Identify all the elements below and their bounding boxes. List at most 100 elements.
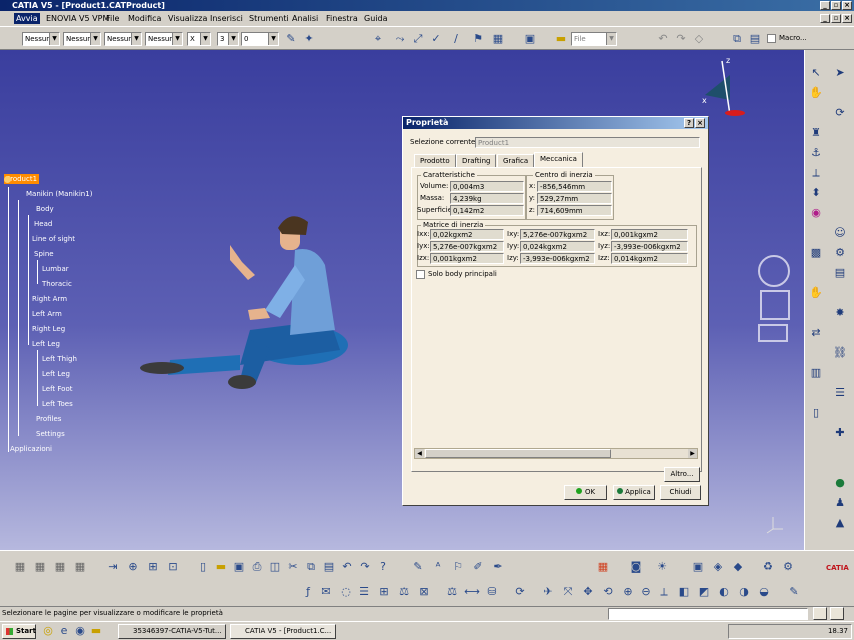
style-combo-1[interactable]: Nessun ▼ <box>22 32 60 46</box>
flag-icon[interactable]: ⚑ <box>470 31 486 47</box>
tree-item-thoracic[interactable]: Thoracic <box>42 279 72 289</box>
undo-icon[interactable]: ↶ <box>655 31 671 47</box>
minimize-button[interactable]: _ <box>820 1 830 10</box>
save-icon[interactable]: ▣ <box>231 559 247 575</box>
product-tool-icon[interactable]: ▦ <box>12 559 28 575</box>
command-input[interactable] <box>608 608 808 620</box>
list-icon[interactable]: ☰ <box>833 386 847 400</box>
lineweight-combo[interactable]: 3 ▼ <box>217 32 239 46</box>
camera-icon[interactable]: ◙ <box>628 559 644 575</box>
close-dialog-button[interactable]: Chiudi <box>660 485 701 500</box>
link-icon[interactable]: ⛓ <box>833 346 847 360</box>
edit-icon[interactable]: ✎ <box>786 584 802 600</box>
tree-item-right-arm[interactable]: Right Arm <box>32 294 67 304</box>
grid-tool-icon[interactable]: ▦ <box>595 559 611 575</box>
cube-icon[interactable]: ▣ <box>690 559 706 575</box>
menu-guida[interactable]: Guida <box>364 13 387 24</box>
scale-icon[interactable]: ⚖ <box>444 584 460 600</box>
fix-icon[interactable]: ⊕ <box>125 559 141 575</box>
status-button-1[interactable] <box>813 607 827 620</box>
close-button[interactable]: × <box>842 1 852 10</box>
distance-icon[interactable]: ⟷ <box>464 584 480 600</box>
fit-all-icon[interactable]: ⤧ <box>560 584 576 600</box>
component-tool-icon[interactable]: ▦ <box>52 559 68 575</box>
taskbar-item-catia[interactable]: CATIA V5 - [Product1.C... <box>230 624 336 639</box>
current-selection-field[interactable]: Product1 <box>475 137 700 148</box>
cursor-icon[interactable]: ➤ <box>833 66 847 80</box>
annotation-icon[interactable]: ✐ <box>470 559 486 575</box>
tree-item-left-arm[interactable]: Left Arm <box>32 309 62 319</box>
linetype-combo[interactable]: X ▼ <box>187 32 211 46</box>
maximize-button[interactable]: ▫ <box>831 1 841 10</box>
attach-icon[interactable]: ✚ <box>833 426 847 440</box>
paste-tool-icon[interactable]: ▤ <box>321 559 337 575</box>
swap-icon[interactable]: ⇄ <box>809 326 823 340</box>
catalog-tool-icon[interactable]: ⚙ <box>780 559 796 575</box>
style-combo-3[interactable]: Nessun ▼ <box>104 32 142 46</box>
snap-icon[interactable]: ⤳ <box>392 31 408 47</box>
view-mode-icon[interactable]: ◒ <box>756 584 772 600</box>
tree-item-spine[interactable]: Spine <box>34 249 54 259</box>
copy-tool-icon[interactable]: ⧉ <box>303 559 319 575</box>
transform-icon[interactable]: ⤢ <box>410 31 426 47</box>
cut-icon[interactable]: ✂ <box>285 559 301 575</box>
redo-tool-icon[interactable]: ↷ <box>357 559 373 575</box>
tab-meccanica[interactable]: Meccanica <box>534 152 583 168</box>
menu-modifica[interactable]: Modifica <box>128 13 161 24</box>
tree-item-left-foot[interactable]: Left Foot <box>42 384 72 394</box>
horizontal-scrollbar[interactable]: ◀ ▶ <box>414 448 698 459</box>
list-tool-icon[interactable]: ☰ <box>356 584 372 600</box>
sim-icon[interactable]: ♻ <box>760 559 776 575</box>
tree-item-body[interactable]: Body <box>36 204 54 214</box>
shading-icon[interactable]: ◩ <box>696 584 712 600</box>
style-combo-4[interactable]: Nessun ▼ <box>145 32 183 46</box>
reach-icon[interactable]: ✋ <box>809 286 823 300</box>
paste-icon[interactable]: ▤ <box>747 31 763 47</box>
menu-inserisci[interactable]: Inserisci <box>210 13 243 24</box>
hand-icon[interactable]: ✋ <box>809 86 823 100</box>
whats-this-icon[interactable]: ? <box>375 559 391 575</box>
scene-icon[interactable]: ▲ <box>833 516 847 530</box>
rotate-tool-icon[interactable]: ⟲ <box>600 584 616 600</box>
3d-annotation-icon[interactable]: ✎ <box>410 559 426 575</box>
zoom-out-icon[interactable]: ⊖ <box>638 584 654 600</box>
menu-avvia[interactable]: Avvia <box>14 13 40 24</box>
normal-view-icon[interactable]: ⟂ <box>656 584 672 600</box>
tree-item-profiles[interactable]: Profiles <box>36 414 61 424</box>
menu-finestra[interactable]: Finestra <box>326 13 358 24</box>
catalog-icon[interactable]: ▣ <box>522 31 538 47</box>
tab-prodotto[interactable]: Prodotto <box>414 154 456 168</box>
scroll-thumb[interactable] <box>425 449 611 458</box>
analysis-icon[interactable]: ▩ <box>809 246 823 260</box>
select-icon[interactable]: ↖ <box>809 66 823 80</box>
tab-drafting[interactable]: Drafting <box>456 154 497 168</box>
doc-minimize-button[interactable]: _ <box>820 14 830 23</box>
weight-icon[interactable]: ⛁ <box>484 584 500 600</box>
tree-item-head[interactable]: Head <box>34 219 52 229</box>
swap-visible-icon[interactable]: ◑ <box>736 584 752 600</box>
other-button[interactable]: Altro... <box>664 467 700 482</box>
rotate-icon[interactable]: ⟳ <box>833 106 847 120</box>
file-combo[interactable]: File ▼ <box>571 32 617 46</box>
menu-visualizza[interactable]: Visualizza <box>168 13 207 24</box>
text-icon[interactable]: ᴬ <box>430 559 446 575</box>
scroll-left-icon[interactable]: ◀ <box>415 449 424 458</box>
eraser-icon[interactable]: ◇ <box>691 31 707 47</box>
quicklaunch-icon-2[interactable]: e <box>56 623 72 639</box>
status-button-2[interactable] <box>830 607 844 620</box>
geometry-icon[interactable]: ⊠ <box>416 584 432 600</box>
line-icon[interactable]: ∕ <box>448 31 464 47</box>
comment-icon[interactable]: ✉ <box>318 584 334 600</box>
tree-item-lumbar[interactable]: Lumbar <box>42 264 69 274</box>
dialog-close-button[interactable]: × <box>695 118 705 128</box>
open-icon[interactable]: ▬ <box>213 559 229 575</box>
doc-close-button[interactable]: × <box>842 14 852 23</box>
hide-show-icon[interactable]: ◐ <box>716 584 732 600</box>
quicklaunch-icon-1[interactable]: ◎ <box>40 623 56 639</box>
copy-icon[interactable]: ⧉ <box>729 31 745 47</box>
light-icon[interactable]: ☀ <box>654 559 670 575</box>
measure-icon[interactable]: ⌖ <box>370 31 386 47</box>
zoom-in-icon[interactable]: ⊕ <box>620 584 636 600</box>
inertia-icon[interactable]: ⚖ <box>396 584 412 600</box>
pan-tool-icon[interactable]: ✥ <box>580 584 596 600</box>
